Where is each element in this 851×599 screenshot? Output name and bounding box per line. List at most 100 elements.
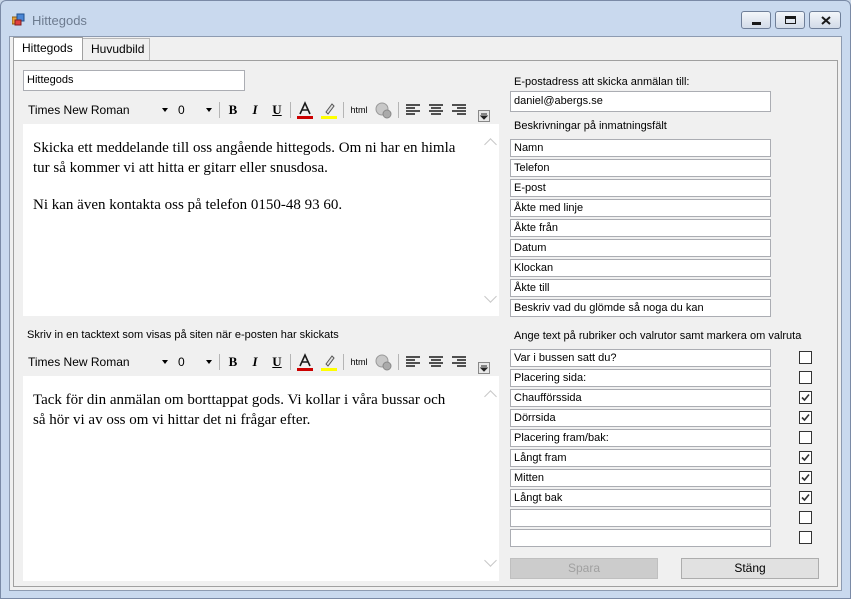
- font-name-value: Times New Roman: [28, 103, 130, 117]
- editor2-toolbar: Times New Roman 0 B I U html: [23, 350, 499, 374]
- toolbar-overflow-button[interactable]: [478, 108, 490, 122]
- font-name-select[interactable]: Times New Roman: [25, 100, 171, 120]
- insert-image-button[interactable]: [373, 352, 393, 372]
- row-checkbox[interactable]: [799, 531, 812, 544]
- field-description-input[interactable]: Beskriv vad du glömde så noga du kan: [510, 299, 771, 317]
- toolbar-divider: [219, 102, 220, 118]
- chevron-down-icon: [162, 108, 168, 112]
- toolbar-divider: [398, 354, 399, 370]
- row-checkbox[interactable]: [799, 451, 812, 464]
- font-color-button[interactable]: [295, 352, 315, 372]
- align-center-button[interactable]: [426, 100, 446, 120]
- thanks-editor[interactable]: Tack för din anmälan om borttappat gods.…: [23, 376, 489, 581]
- field-description-input[interactable]: Namn: [510, 139, 771, 157]
- checkbox-text-input[interactable]: Placering fram/bak:: [510, 429, 771, 447]
- thanks-text-label: Skriv in en tacktext som visas på siten …: [27, 329, 339, 341]
- checkbox-text-input[interactable]: [510, 509, 771, 527]
- tab-page-hittegods: Hittegods Times New Roman 0 B I U html S…: [13, 60, 838, 587]
- row-checkbox[interactable]: [799, 491, 812, 504]
- maximize-button[interactable]: [775, 11, 805, 29]
- underline-button[interactable]: U: [267, 352, 287, 372]
- italic-button[interactable]: I: [245, 100, 265, 120]
- maximize-icon: [785, 16, 796, 24]
- font-color-icon: [297, 101, 313, 119]
- html-button[interactable]: html: [347, 352, 371, 372]
- checkbox-text-input[interactable]: Mitten: [510, 469, 771, 487]
- checkmark-icon: [801, 493, 810, 502]
- checkbox-text-input[interactable]: Dörrsida: [510, 409, 771, 427]
- font-size-value: 0: [178, 103, 185, 117]
- align-center-icon: [429, 104, 443, 115]
- tab-hittegods[interactable]: Hittegods: [13, 37, 83, 61]
- font-color-button[interactable]: [295, 100, 315, 120]
- client-area: Huvudbild Hittegods Hittegods Times New …: [9, 36, 842, 591]
- align-right-button[interactable]: [449, 352, 469, 372]
- message-editor-scrollbar[interactable]: [482, 124, 499, 316]
- underline-button[interactable]: U: [267, 100, 287, 120]
- align-left-button[interactable]: [403, 352, 423, 372]
- row-checkbox[interactable]: [799, 471, 812, 484]
- align-center-button[interactable]: [426, 352, 446, 372]
- toolbar-divider: [290, 102, 291, 118]
- bold-button[interactable]: B: [223, 352, 243, 372]
- highlight-button[interactable]: [319, 100, 339, 120]
- row-checkbox[interactable]: [799, 371, 812, 384]
- highlight-button[interactable]: [319, 352, 339, 372]
- chevron-down-icon: [162, 360, 168, 364]
- checkbox-text-input[interactable]: Långt fram: [510, 449, 771, 467]
- thanks-editor-scrollbar[interactable]: [482, 376, 499, 581]
- field-description-input[interactable]: Åkte från: [510, 219, 771, 237]
- close-window-button[interactable]: [809, 11, 841, 29]
- field-description-input[interactable]: Åkte med linje: [510, 199, 771, 217]
- font-name-select[interactable]: Times New Roman: [25, 352, 171, 372]
- row-checkbox[interactable]: [799, 431, 812, 444]
- html-button[interactable]: html: [347, 100, 371, 120]
- checkbox-text-input[interactable]: Placering sida:: [510, 369, 771, 387]
- field-description-input[interactable]: Datum: [510, 239, 771, 257]
- font-color-icon: [297, 353, 313, 371]
- checkmark-icon: [801, 453, 810, 462]
- checkbox-text-input[interactable]: [510, 529, 771, 547]
- application-window: Hittegods Huvudbild Hittegods Hittegods …: [0, 0, 851, 599]
- title-bar[interactable]: Hittegods: [1, 1, 850, 37]
- message-editor[interactable]: Skicka ett meddelande till oss angående …: [23, 124, 489, 316]
- align-right-button[interactable]: [449, 100, 469, 120]
- checkmark-icon: [801, 393, 810, 402]
- checks-label: Ange text på rubriker och valrutor samt …: [514, 330, 802, 342]
- insert-image-button[interactable]: [373, 100, 393, 120]
- align-left-button[interactable]: [403, 100, 423, 120]
- field-description-input[interactable]: Åkte till: [510, 279, 771, 297]
- checkbox-text-input[interactable]: Chaufförssida: [510, 389, 771, 407]
- font-name-value: Times New Roman: [28, 355, 130, 369]
- window-title: Hittegods: [32, 13, 87, 28]
- subject-input[interactable]: Hittegods: [23, 70, 245, 91]
- globe-icon: [375, 354, 392, 371]
- italic-button[interactable]: I: [245, 352, 265, 372]
- checkmark-icon: [801, 413, 810, 422]
- field-description-input[interactable]: Klockan: [510, 259, 771, 277]
- field-description-input[interactable]: Telefon: [510, 159, 771, 177]
- editor-paragraph: Skicka ett meddelande till oss angående …: [33, 140, 456, 176]
- toolbar-divider: [398, 102, 399, 118]
- globe-icon: [375, 102, 392, 119]
- checkbox-text-input[interactable]: Var i bussen satt du?: [510, 349, 771, 367]
- tab-huvudbild[interactable]: Huvudbild: [82, 38, 150, 60]
- row-checkbox[interactable]: [799, 391, 812, 404]
- checkbox-text-input[interactable]: Långt bak: [510, 489, 771, 507]
- save-button[interactable]: Spara: [510, 558, 658, 579]
- row-checkbox[interactable]: [799, 351, 812, 364]
- highlighter-icon: [321, 103, 337, 119]
- minimize-button[interactable]: [741, 11, 771, 29]
- align-center-icon: [429, 356, 443, 367]
- email-input[interactable]: daniel@abergs.se: [510, 91, 771, 112]
- toolbar-overflow-button[interactable]: [478, 360, 490, 374]
- row-checkbox[interactable]: [799, 511, 812, 524]
- row-checkbox[interactable]: [799, 411, 812, 424]
- font-size-select[interactable]: 0: [175, 100, 215, 120]
- checkmark-icon: [801, 473, 810, 482]
- close-button[interactable]: Stäng: [681, 558, 819, 579]
- bold-button[interactable]: B: [223, 100, 243, 120]
- align-left-icon: [406, 104, 420, 115]
- field-description-input[interactable]: E-post: [510, 179, 771, 197]
- font-size-select[interactable]: 0: [175, 352, 215, 372]
